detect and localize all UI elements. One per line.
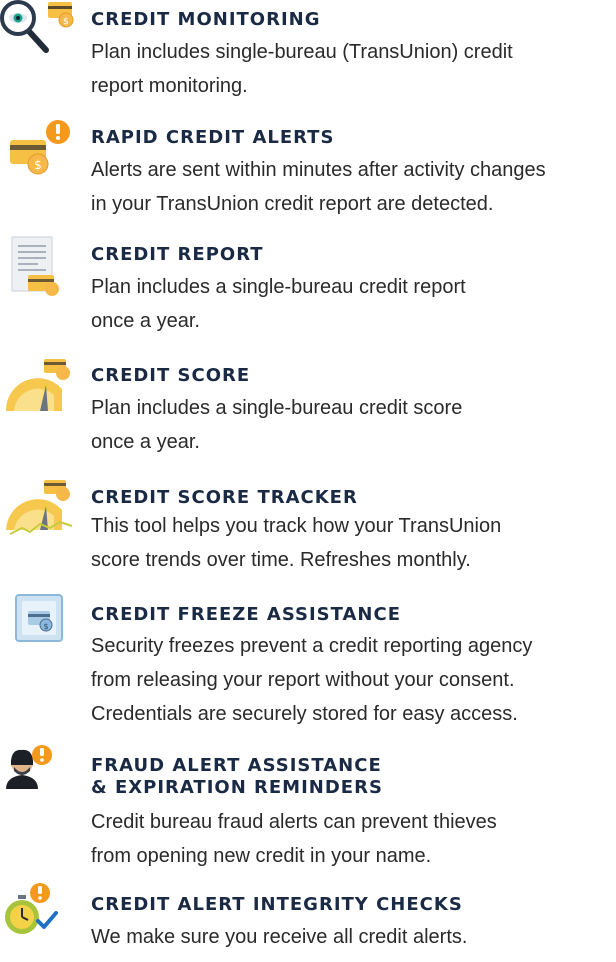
feature-description: Credit bureau fraud alerts can prevent t… [91, 811, 497, 867]
feature-title: CREDIT ALERT INTEGRITY CHECKS [91, 894, 463, 915]
feature-title: RAPID CREDIT ALERTS [91, 127, 335, 148]
feature-title: CREDIT FREEZE ASSISTANCE [91, 604, 402, 625]
feature-title: CREDIT REPORT [91, 244, 264, 265]
feature-description: We make sure you receive all credit aler… [91, 926, 468, 948]
stopwatch-check-icon [5, 883, 58, 934]
magnifier-card-icon: $ [0, 0, 74, 53]
report-document-icon [11, 236, 59, 296]
feature-description: Plan includes a single-bureau credit rep… [91, 276, 466, 332]
svg-text:$: $ [43, 622, 48, 631]
feature-title: CREDIT MONITORING [91, 9, 321, 30]
feature-title: FRAUD ALERT ASSISTANCE & EXPIRATION REMI… [91, 755, 383, 798]
feature-description: Plan includes single-bureau (TransUnion)… [91, 41, 513, 97]
freeze-vault-icon: $ [15, 594, 63, 642]
fraud-thief-icon [6, 745, 52, 789]
feature-title: CREDIT SCORE TRACKER [91, 487, 358, 508]
svg-text:$: $ [34, 158, 42, 172]
feature-description: Security freezes prevent a credit report… [91, 635, 533, 725]
feature-title: CREDIT SCORE [91, 365, 251, 386]
feature-description: Alerts are sent within minutes after act… [91, 159, 546, 215]
score-tracker-icon [6, 480, 73, 535]
card-alert-icon: $ [10, 120, 70, 175]
feature-description: This tool helps you track how your Trans… [91, 515, 502, 571]
svg-text:$: $ [63, 17, 69, 27]
feature-description: Plan includes a single-bureau credit sco… [91, 397, 463, 453]
score-gauge-icon [5, 359, 70, 411]
